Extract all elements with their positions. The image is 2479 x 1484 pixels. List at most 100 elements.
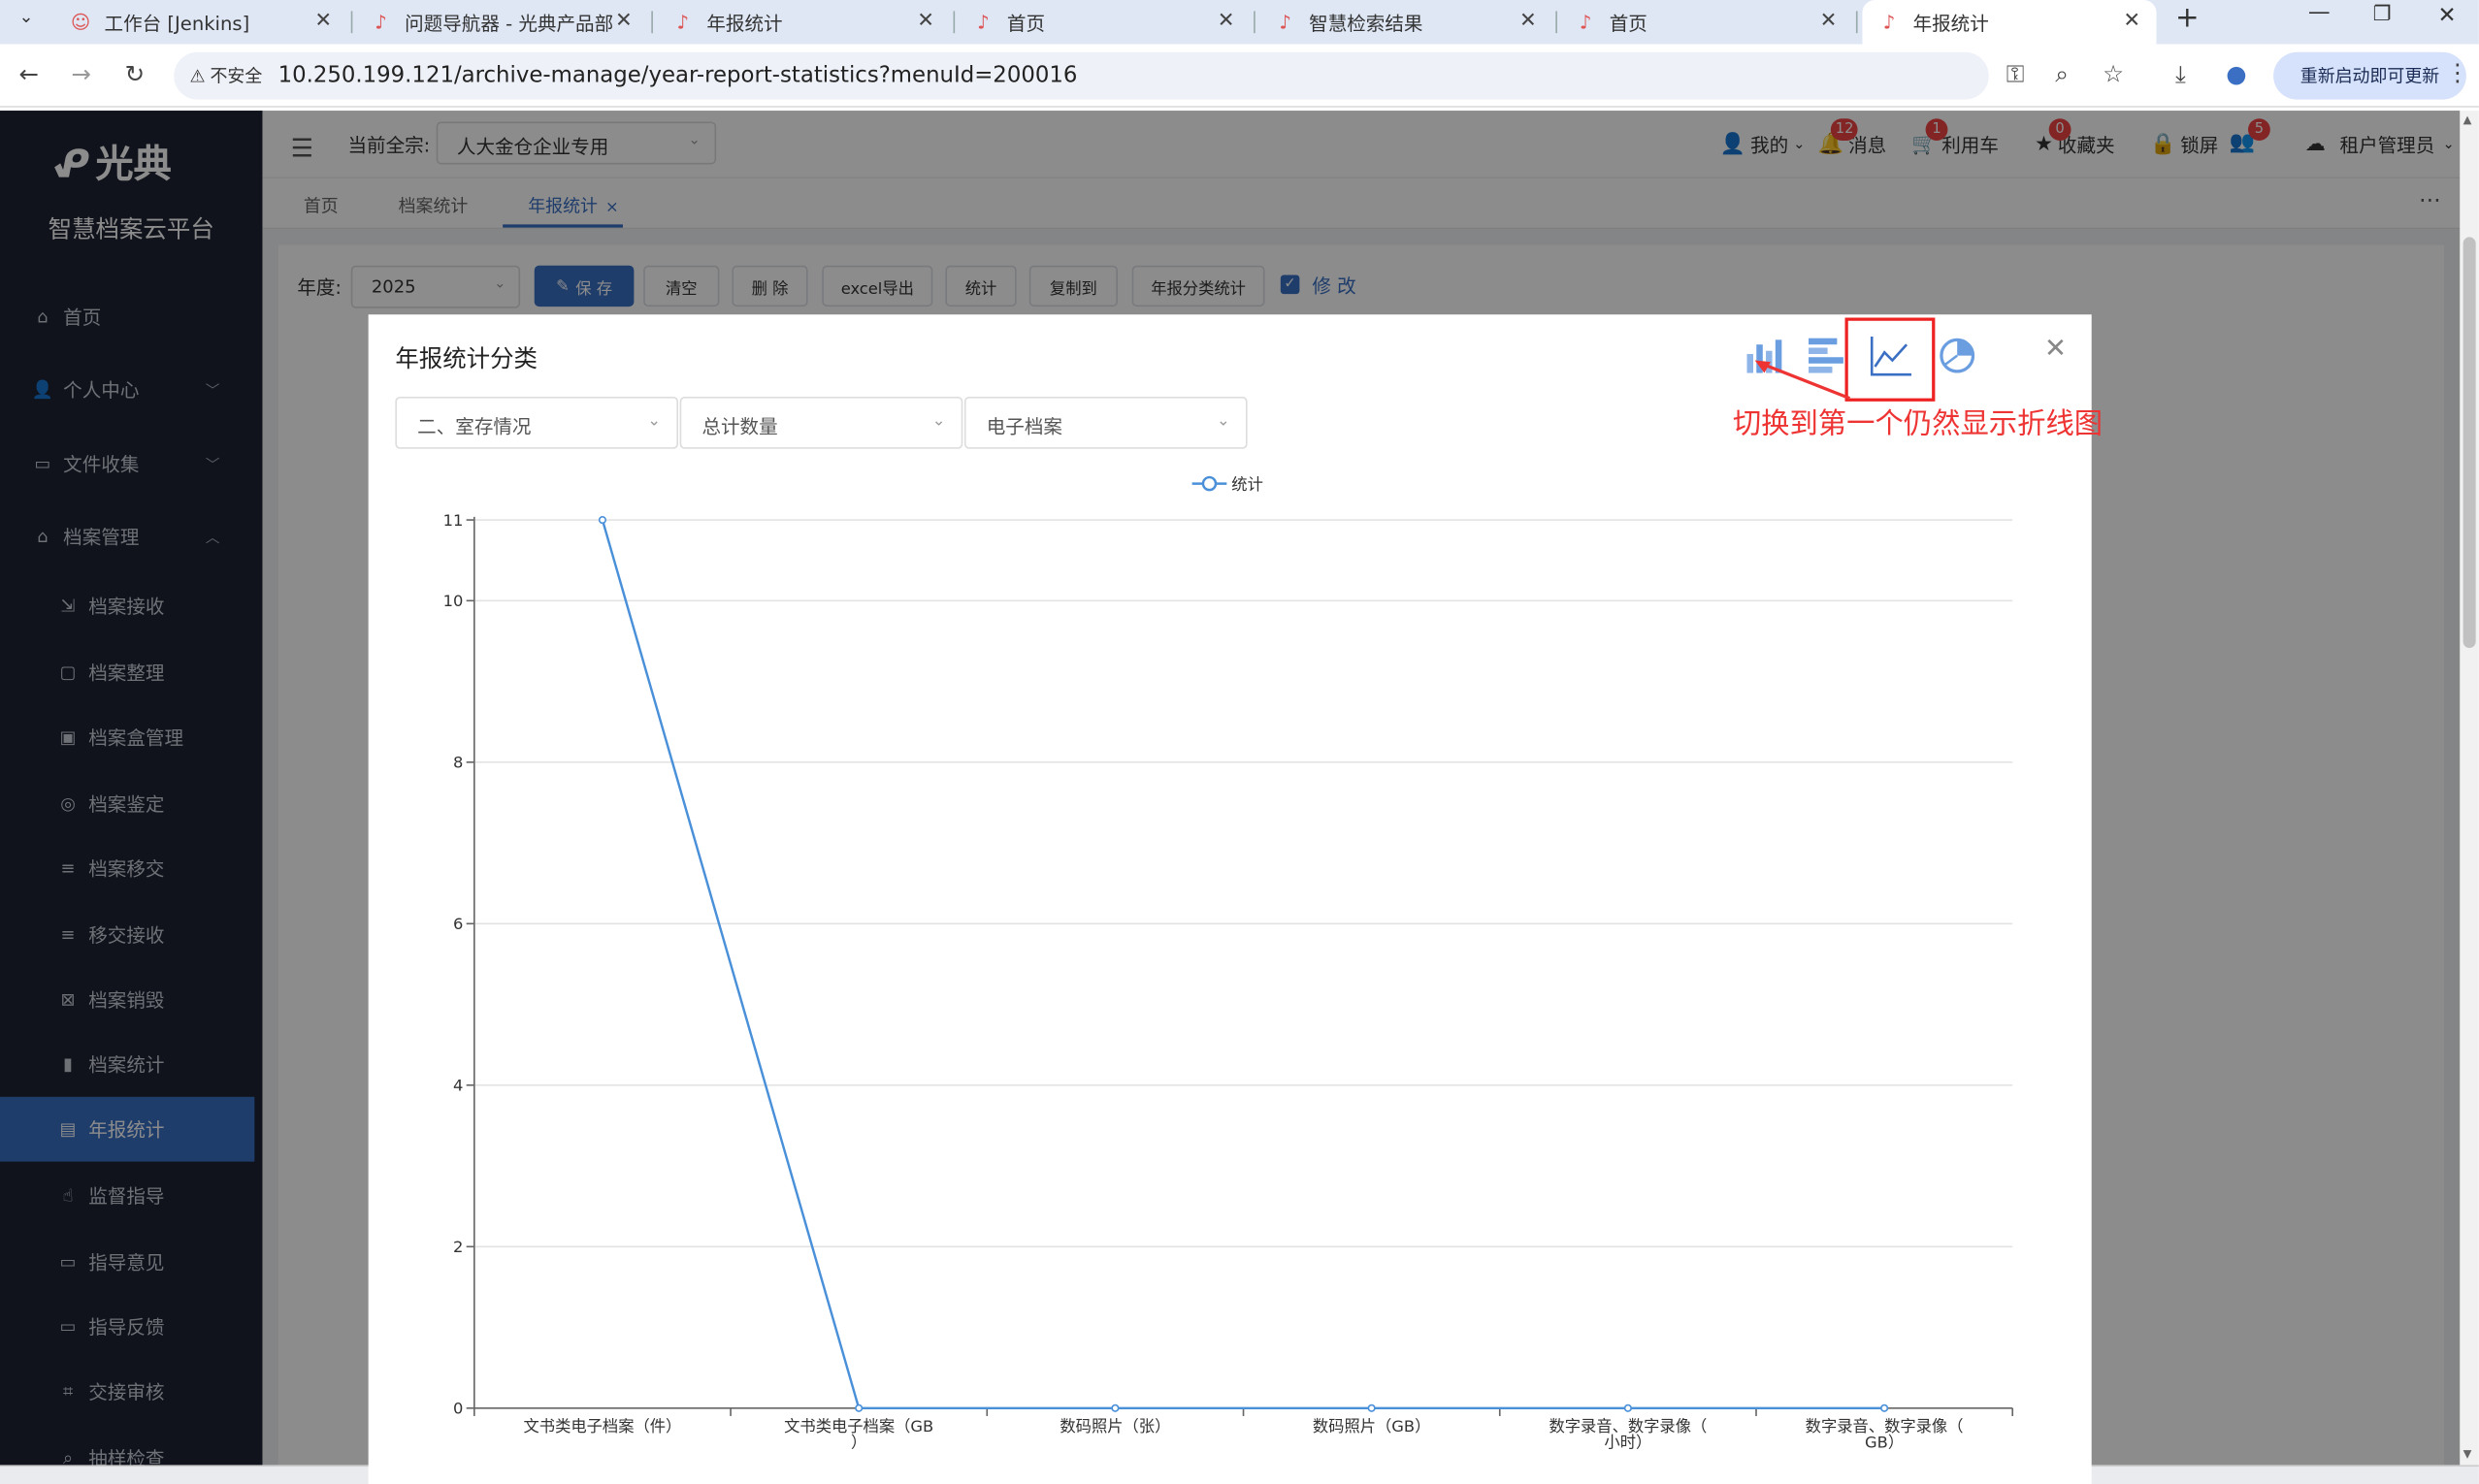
close-tab-icon[interactable]: ✕ [1519,10,1537,33]
minimize-button[interactable]: — [2308,0,2331,25]
y-tick-label: 11 [443,511,464,530]
app-favicon-icon: ♪ [676,11,690,34]
browser-tab-title: 年报统计 [1912,12,1989,35]
data-point [1367,1403,1376,1412]
profile-icon[interactable]: ● [2226,60,2246,88]
update-button[interactable]: 重新启动即可更新 [2273,51,2466,100]
browser-tab-title: 工作台 [Jenkins] [104,12,250,35]
y-tick-label: 10 [443,592,464,610]
y-tick-label: 4 [453,1077,463,1095]
browser-tab[interactable]: ♪ 智慧检索结果 ✕ [1258,0,1552,45]
tab-separator [1555,11,1557,34]
app-favicon-icon: ♪ [375,11,387,34]
password-key-icon[interactable]: ⚿ [2006,60,2025,88]
x-tick-label: 数码照片（张） [1060,1417,1170,1436]
y-tick-label: 0 [453,1399,463,1417]
tab-search-icon[interactable]: ⌄ [19,7,34,27]
chart-legend[interactable]: 统计 [1191,471,1263,496]
address-bar: ← → ↻ ⚠ 不安全 10.250.199.121/archive-manage… [0,44,2479,108]
chevron-down-icon: ⌄ [1217,412,1230,431]
url-text[interactable]: 10.250.199.121/archive-manage/year-repor… [278,63,1078,88]
y-tick-label: 8 [453,754,463,772]
x-tick-label: 文书类电子档案（件） [524,1417,682,1436]
category-select[interactable]: 二、室存情况 ⌄ [395,396,679,449]
browser-tab[interactable]: ☺ 工作台 [Jenkins] ✕ [53,0,347,45]
close-tab-icon[interactable]: ✕ [615,10,633,33]
new-tab-button[interactable]: + [2175,2,2200,35]
browser-tab[interactable]: ♪ 问题导航器 - 光典产品部 ✕ [354,0,648,45]
tab-separator [651,11,653,34]
browser-tab-title: 年报统计 [706,12,783,35]
x-tick-label: GB） [1865,1434,1904,1452]
data-point [1880,1403,1889,1412]
y-tick-label: 2 [453,1238,463,1256]
close-tab-icon[interactable]: ✕ [1218,10,1235,33]
app-favicon-icon: ♪ [977,11,990,34]
data-point [1111,1403,1120,1412]
classify-dialog: 年报统计分类 ✕ 切换到第一个仍然显示折线图 二、室存情况 ⌄ 总计数量 ⌄ 电子档… [368,314,2103,1484]
app-favicon-icon: ♪ [1580,11,1592,34]
data-point [1623,1403,1632,1412]
browser-menu-icon[interactable]: ⋮ [2446,58,2469,86]
type-value: 电子档案 [986,415,1062,438]
annotation-text: 切换到第一个仍然显示折线图 [1732,407,2104,441]
legend-line-icon [1191,475,1227,491]
zoom-icon[interactable]: ⌕ [2055,60,2069,88]
browser-tab[interactable]: ♪ 年报统计 ✕ [656,0,950,45]
browser-tab-title: 首页 [1609,12,1647,35]
tab-separator [1855,11,1858,34]
insecure-indicator[interactable]: ⚠ 不安全 [190,63,263,88]
chevron-down-icon: ⌄ [647,412,662,431]
browser-tab-title: 智慧检索结果 [1309,12,1423,35]
jenkins-favicon-icon: ☺ [70,11,91,34]
tab-separator [953,11,956,34]
type-select[interactable]: 电子档案 ⌄ [963,396,1248,449]
scroll-up-icon[interactable]: ▲ [2463,113,2472,126]
x-tick-label: 数码照片（GB） [1313,1417,1430,1436]
pie-chart-icon[interactable] [1934,332,1981,379]
x-tick-label: 小时） [1604,1434,1651,1452]
series-line [601,519,1885,1410]
line-chart: 024681011文书类电子档案（件） 文书类电子档案（GB）数码照片（张） 数码照… [443,511,2014,1452]
scroll-thumb[interactable] [2463,237,2476,649]
chevron-down-icon: ⌄ [931,412,946,431]
browser-tab[interactable]: ♪ 年报统计 ✕ [1862,0,2157,45]
close-icon[interactable]: ✕ [2044,334,2067,366]
close-tab-icon[interactable]: ✕ [2123,10,2140,33]
x-tick-label: ） [851,1434,866,1452]
download-icon[interactable]: ⤓ [2175,60,2186,88]
bookmark-star-icon[interactable]: ☆ [2103,60,2124,88]
legend-label: 统计 [1231,477,1263,496]
metric-value: 总计数量 [701,415,778,438]
close-tab-icon[interactable]: ✕ [1820,10,1838,33]
browser-tab-title: 问题导航器 - 光典产品部 [405,12,614,35]
tab-separator [1254,11,1256,34]
browser-tab[interactable]: ♪ 首页 ✕ [1559,0,1853,45]
browser-tab-strip: ⌄ ☺ 工作台 [Jenkins] ✕ ♪ 问题导航器 - 光典产品部 ✕ ♪ 年报统计 ✕ ♪ 首… [0,0,2479,45]
scroll-down-icon[interactable]: ▼ [2463,1448,2472,1461]
page-scrollbar[interactable]: ▲ ▼ [2460,111,2479,1466]
close-tab-icon[interactable]: ✕ [917,10,934,33]
close-window-button[interactable]: ✕ [2438,3,2457,28]
metric-select[interactable]: 总计数量 ⌄ [679,396,963,449]
y-tick-label: 6 [453,915,463,933]
app-favicon-icon: ♪ [1279,11,1291,34]
close-tab-icon[interactable]: ✕ [314,10,332,33]
forward-icon[interactable]: → [71,60,90,88]
restore-button[interactable]: ❐ [2373,3,2392,26]
warning-icon: ⚠ [189,65,206,86]
back-icon[interactable]: ← [19,60,39,88]
browser-tab-title: 首页 [1006,12,1046,35]
browser-tab[interactable]: ♪ 首页 ✕ [957,0,1251,45]
data-point [855,1403,864,1412]
security-label: 不安全 [210,66,263,87]
dialog-title: 年报统计分类 [395,344,538,373]
tab-separator [350,11,353,34]
reload-icon[interactable]: ↻ [125,60,145,88]
data-point [598,515,607,525]
category-value: 二、室存情况 [417,415,532,438]
update-button-label: 重新启动即可更新 [2300,66,2440,87]
app-favicon-icon: ♪ [1882,11,1896,34]
annotation-arrow-icon [1754,360,1850,401]
omnibox[interactable]: ⚠ 不安全 10.250.199.121/archive-manage/year-… [174,51,1989,100]
